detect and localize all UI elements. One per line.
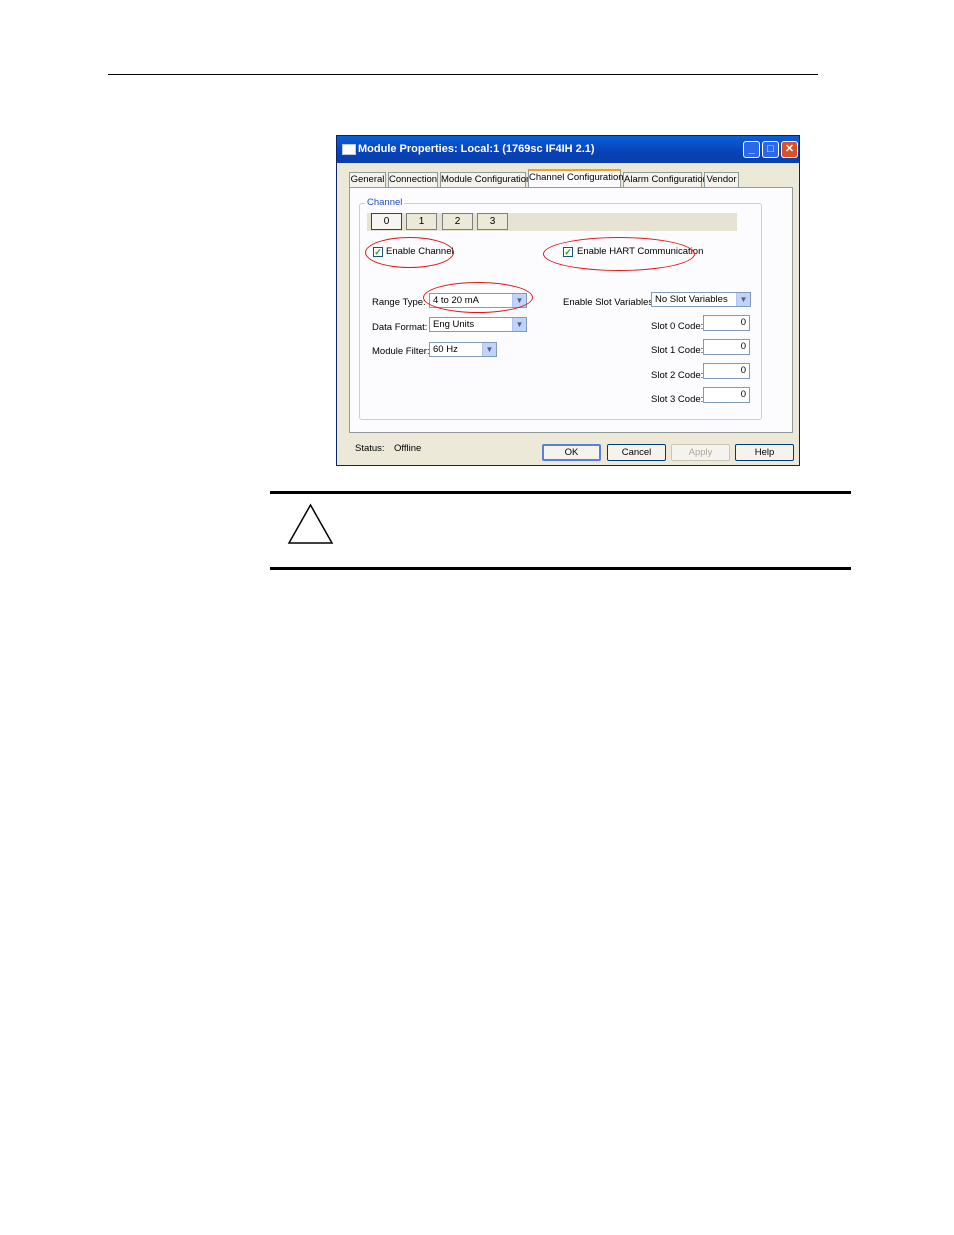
slot-2-code-input[interactable]: 0 xyxy=(703,363,750,379)
chevron-down-icon[interactable]: ▼ xyxy=(736,293,750,306)
ok-button[interactable]: OK xyxy=(542,444,601,461)
module-properties-dialog: Module Properties: Local:1 (1769sc IF4IH… xyxy=(336,135,800,466)
chevron-down-icon[interactable]: ▼ xyxy=(512,318,526,331)
data-format-value: Eng Units xyxy=(433,319,475,330)
channel-button-2[interactable]: 2 xyxy=(442,213,473,230)
red-annotation-circle xyxy=(543,237,695,271)
tab-channel-configuration[interactable]: Channel Configuration xyxy=(528,169,624,188)
cancel-button[interactable]: Cancel xyxy=(607,444,666,461)
red-annotation-circle xyxy=(423,282,533,313)
tab-alarm-configuration[interactable]: Alarm Configuration xyxy=(623,172,708,187)
status-value: Offline xyxy=(394,443,422,454)
slot-1-code-input[interactable]: 0 xyxy=(703,339,750,355)
channel-button-3[interactable]: 3 xyxy=(477,213,508,230)
slot-0-code-input[interactable]: 0 xyxy=(703,315,750,331)
status-label: Status: xyxy=(355,443,385,454)
apply-button[interactable]: Apply xyxy=(671,444,730,461)
slot-variables-value: No Slot Variables xyxy=(655,294,728,305)
slot-3-code-input[interactable]: 0 xyxy=(703,387,750,403)
module-filter-select[interactable]: 60 Hz ▼ xyxy=(429,342,497,357)
tab-connection[interactable]: Connection xyxy=(388,172,438,187)
tab-general[interactable]: General xyxy=(349,172,386,187)
tab-vendor[interactable]: Vendor xyxy=(704,172,739,187)
red-annotation-circle xyxy=(365,237,454,268)
close-icon[interactable]: ✕ xyxy=(781,141,798,158)
attention-rule-bottom xyxy=(270,567,851,570)
chevron-down-icon[interactable]: ▼ xyxy=(482,343,496,356)
slot-2-code-label: Slot 2 Code: xyxy=(651,370,704,381)
slot-variables-select[interactable]: No Slot Variables ▼ xyxy=(651,292,751,307)
attention-rule-top xyxy=(270,491,851,494)
dialog-title: Module Properties: Local:1 (1769sc IF4IH… xyxy=(358,143,595,155)
channel-group-box xyxy=(359,203,762,420)
data-format-select[interactable]: Eng Units ▼ xyxy=(429,317,527,332)
maximize-icon[interactable]: □ xyxy=(762,141,779,158)
slot-variables-label: Enable Slot Variables: xyxy=(563,297,656,308)
tab-module-configuration[interactable]: Module Configuration xyxy=(440,172,531,187)
module-filter-value: 60 Hz xyxy=(433,344,458,355)
help-button[interactable]: Help xyxy=(735,444,794,461)
channel-button-0[interactable]: 0 xyxy=(371,213,402,230)
slot-0-code-label: Slot 0 Code: xyxy=(651,321,704,332)
slot-1-code-label: Slot 1 Code: xyxy=(651,345,704,356)
module-filter-label: Module Filter: xyxy=(372,346,430,357)
warning-triangle-icon xyxy=(287,503,334,544)
range-type-label: Range Type: xyxy=(372,297,426,308)
window-icon xyxy=(342,144,356,155)
channel-button-1[interactable]: 1 xyxy=(406,213,437,230)
title-bar[interactable]: Module Properties: Local:1 (1769sc IF4IH… xyxy=(337,136,799,163)
page-header-rule xyxy=(108,74,818,75)
minimize-icon[interactable]: _ xyxy=(743,141,760,158)
data-format-label: Data Format: xyxy=(372,322,428,333)
slot-3-code-label: Slot 3 Code: xyxy=(651,394,704,405)
channel-group-label: Channel xyxy=(365,197,405,208)
